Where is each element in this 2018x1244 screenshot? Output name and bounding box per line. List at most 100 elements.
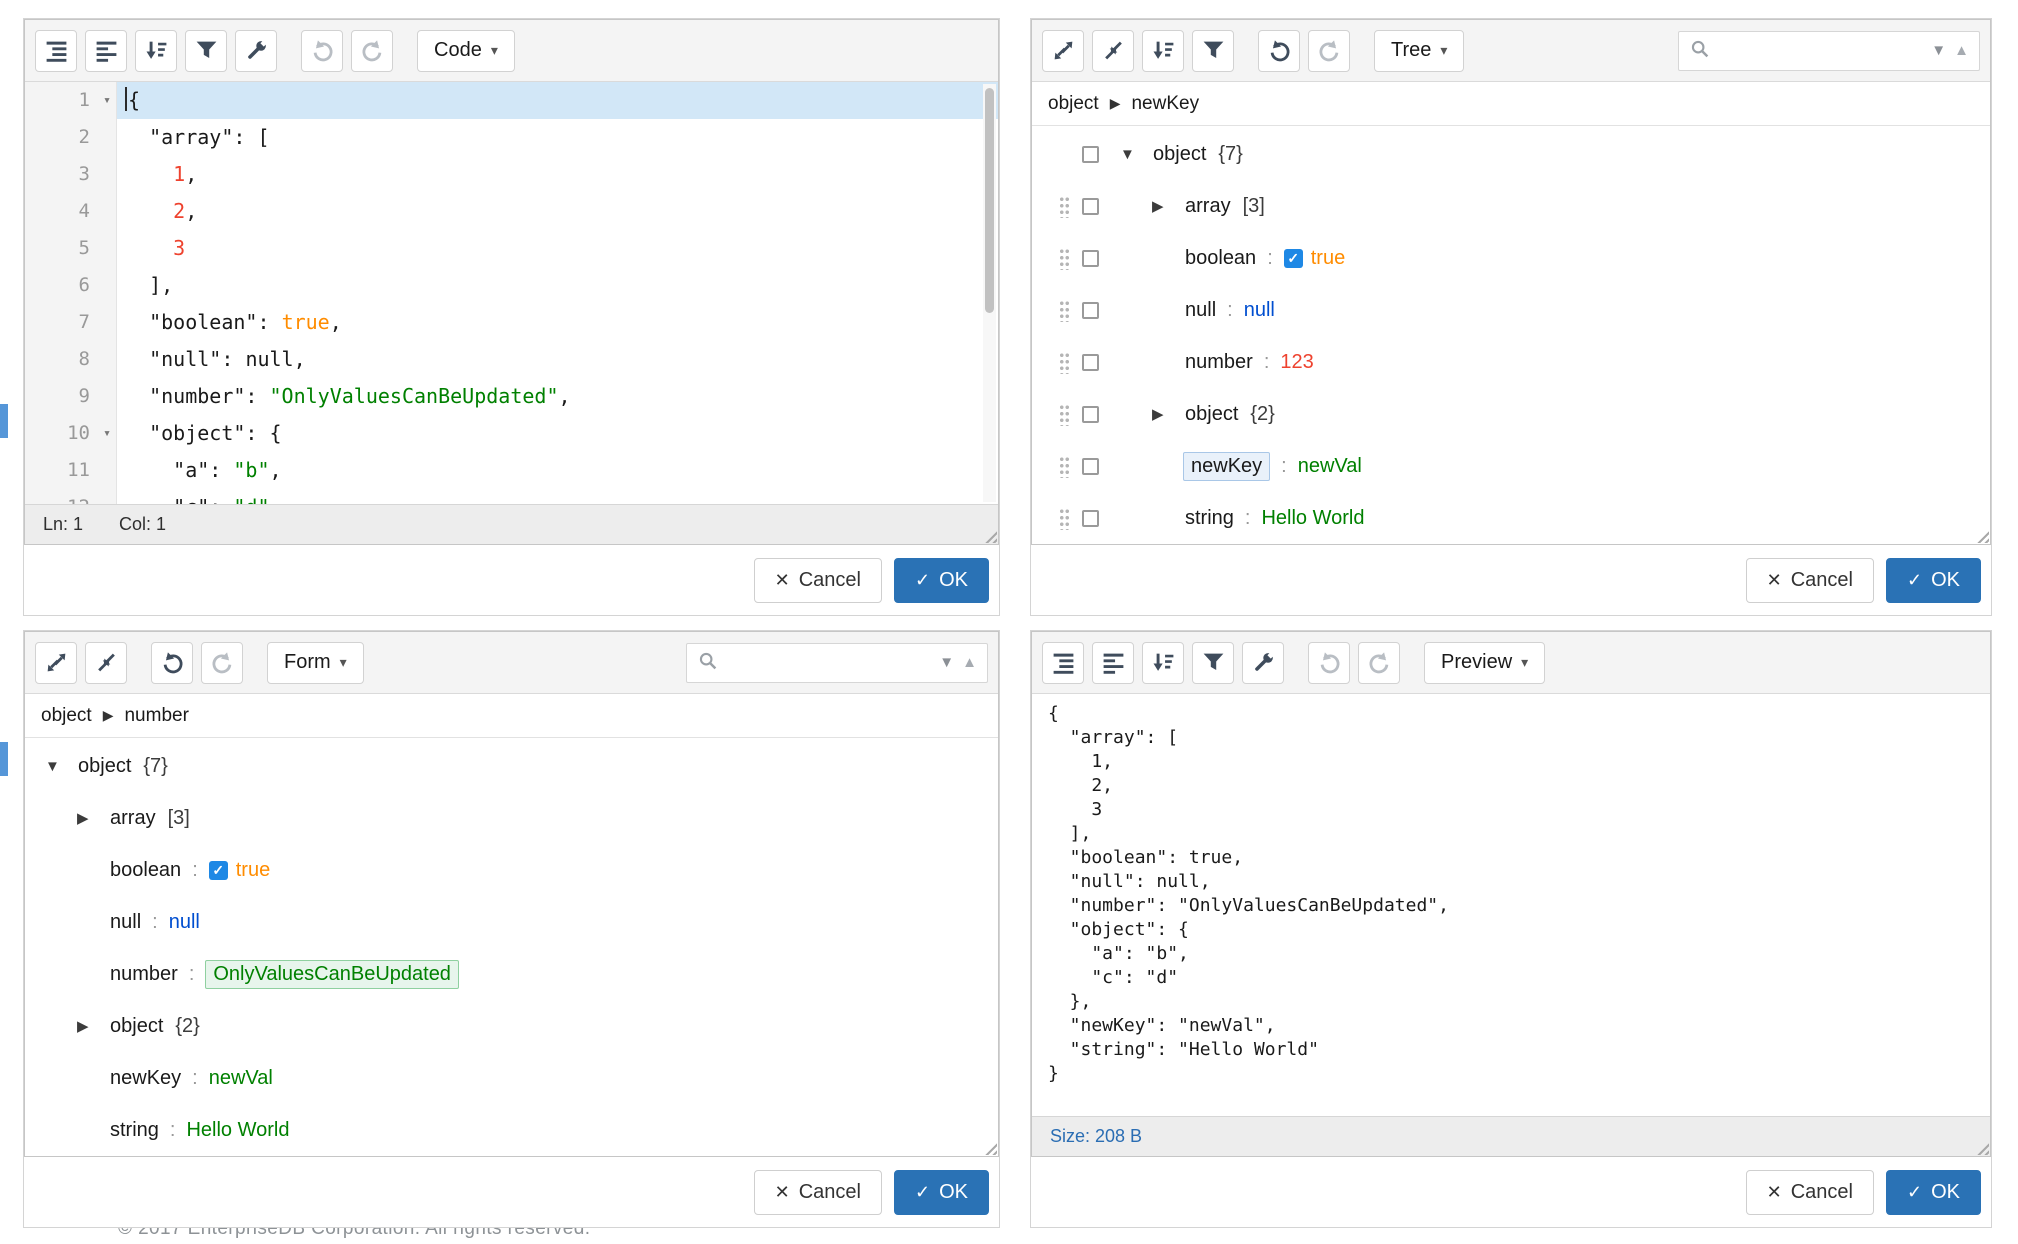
tree-field[interactable]: null	[1185, 299, 1216, 322]
undo-button[interactable]	[1308, 642, 1350, 684]
cancel-button[interactable]: ✕ Cancel	[1746, 558, 1874, 603]
search-previous-icon[interactable]: ▲	[1954, 43, 1969, 58]
filter-button[interactable]	[1192, 642, 1234, 684]
undo-button[interactable]	[301, 30, 343, 72]
tree-field[interactable]: number	[110, 963, 178, 986]
drag-handle-icon[interactable]	[1059, 299, 1070, 322]
fold-icon[interactable]: ▾	[103, 415, 111, 452]
tree-value[interactable]: true	[1311, 247, 1345, 270]
search-next-icon[interactable]: ▼	[1931, 43, 1946, 58]
tree-field[interactable]: string	[1185, 507, 1234, 530]
search-previous-icon[interactable]: ▲	[962, 655, 977, 670]
filter-button[interactable]	[1192, 30, 1234, 72]
drag-handle-icon[interactable]	[1059, 195, 1070, 218]
search-input[interactable]	[726, 652, 931, 673]
ok-button[interactable]: ✓ OK	[894, 558, 989, 603]
actions-menu-button[interactable]	[1082, 354, 1099, 371]
mode-dropdown-button[interactable]: Preview ▾	[1424, 642, 1545, 684]
redo-button[interactable]	[1358, 642, 1400, 684]
tree-field[interactable]: object	[110, 1015, 163, 1038]
mode-dropdown-button[interactable]: Code ▾	[417, 30, 515, 72]
undo-button[interactable]	[1258, 30, 1300, 72]
redo-button[interactable]	[351, 30, 393, 72]
tree-value[interactable]: Hello World	[186, 1119, 289, 1142]
format-button[interactable]	[1042, 642, 1084, 684]
tree-field[interactable]: null	[110, 911, 141, 934]
tree-value[interactable]: null	[169, 911, 200, 934]
breadcrumb-item[interactable]: object	[1048, 93, 1099, 115]
code-editor[interactable]: 1▾{2 "array": [3 1,4 2,5 36 ],7 "boolean…	[25, 82, 998, 504]
tree-value[interactable]: newVal	[1298, 455, 1362, 478]
expander-icon[interactable]: ▶	[1152, 197, 1185, 215]
breadcrumb-item[interactable]: number	[124, 705, 188, 727]
repair-button[interactable]	[235, 30, 277, 72]
ok-button[interactable]: ✓ OK	[1886, 1170, 1981, 1215]
tree-field[interactable]: array	[1185, 195, 1231, 218]
scrollbar[interactable]	[983, 84, 996, 502]
tree-value[interactable]: true	[236, 859, 270, 882]
drag-handle-icon[interactable]	[1059, 455, 1070, 478]
tree-field[interactable]: object	[1153, 143, 1206, 166]
drag-handle-icon[interactable]	[1059, 351, 1070, 374]
tree-field[interactable]: newKey	[1183, 452, 1270, 481]
tree-field[interactable]: object	[78, 755, 131, 778]
redo-button[interactable]	[1308, 30, 1350, 72]
tree-value[interactable]: 123	[1280, 351, 1313, 374]
compact-button[interactable]	[85, 30, 127, 72]
repair-button[interactable]	[1242, 642, 1284, 684]
compact-button[interactable]	[1092, 642, 1134, 684]
search-input[interactable]	[1718, 40, 1923, 61]
boolean-checkbox[interactable]: ✓	[209, 861, 228, 880]
breadcrumb-item[interactable]: object	[41, 705, 92, 727]
tree-field[interactable]: object	[1185, 403, 1238, 426]
sort-button[interactable]	[1142, 642, 1184, 684]
tree-field[interactable]: boolean	[1185, 247, 1256, 270]
boolean-checkbox[interactable]: ✓	[1284, 249, 1303, 268]
tree-value[interactable]: Hello World	[1261, 507, 1364, 530]
search-next-icon[interactable]: ▼	[939, 655, 954, 670]
actions-menu-button[interactable]	[1082, 146, 1099, 163]
ok-button[interactable]: ✓ OK	[1886, 558, 1981, 603]
tree-field[interactable]: number	[1185, 351, 1253, 374]
tree-value[interactable]: null	[1244, 299, 1275, 322]
cancel-button[interactable]: ✕ Cancel	[754, 558, 882, 603]
tree-value[interactable]: OnlyValuesCanBeUpdated	[205, 960, 459, 989]
drag-handle-icon[interactable]	[1059, 507, 1070, 530]
drag-handle-icon[interactable]	[1059, 403, 1070, 426]
redo-button[interactable]	[201, 642, 243, 684]
actions-menu-button[interactable]	[1082, 250, 1099, 267]
mode-dropdown-button[interactable]: Tree ▾	[1374, 30, 1464, 72]
scrollbar-thumb[interactable]	[985, 88, 994, 313]
drag-handle-icon[interactable]	[1059, 247, 1070, 270]
tree-value[interactable]: newVal	[209, 1067, 273, 1090]
expander-icon[interactable]: ▶	[77, 809, 110, 827]
filter-button[interactable]	[185, 30, 227, 72]
tree-field[interactable]: array	[110, 807, 156, 830]
sort-button[interactable]	[135, 30, 177, 72]
actions-menu-button[interactable]	[1082, 510, 1099, 527]
expand-all-button[interactable]	[1042, 30, 1084, 72]
mode-dropdown-button[interactable]: Form ▾	[267, 642, 364, 684]
cancel-button[interactable]: ✕ Cancel	[1746, 1170, 1874, 1215]
actions-menu-button[interactable]	[1082, 198, 1099, 215]
tree-field[interactable]: string	[110, 1119, 159, 1142]
tree-field[interactable]: newKey	[110, 1067, 181, 1090]
cancel-button[interactable]: ✕ Cancel	[754, 1170, 882, 1215]
undo-button[interactable]	[151, 642, 193, 684]
collapse-all-button[interactable]	[85, 642, 127, 684]
ok-button[interactable]: ✓ OK	[894, 1170, 989, 1215]
format-button[interactable]	[35, 30, 77, 72]
actions-menu-button[interactable]	[1082, 302, 1099, 319]
actions-menu-button[interactable]	[1082, 406, 1099, 423]
tree-field[interactable]: boolean	[110, 859, 181, 882]
sort-button[interactable]	[1142, 30, 1184, 72]
expander-icon[interactable]: ▼	[1120, 146, 1153, 163]
expander-icon[interactable]: ▼	[45, 758, 78, 775]
expander-icon[interactable]: ▶	[77, 1017, 110, 1035]
expander-icon[interactable]: ▶	[1152, 405, 1185, 423]
fold-icon[interactable]: ▾	[103, 82, 111, 119]
collapse-all-button[interactable]	[1092, 30, 1134, 72]
actions-menu-button[interactable]	[1082, 458, 1099, 475]
breadcrumb-item[interactable]: newKey	[1131, 93, 1199, 115]
expand-all-button[interactable]	[35, 642, 77, 684]
